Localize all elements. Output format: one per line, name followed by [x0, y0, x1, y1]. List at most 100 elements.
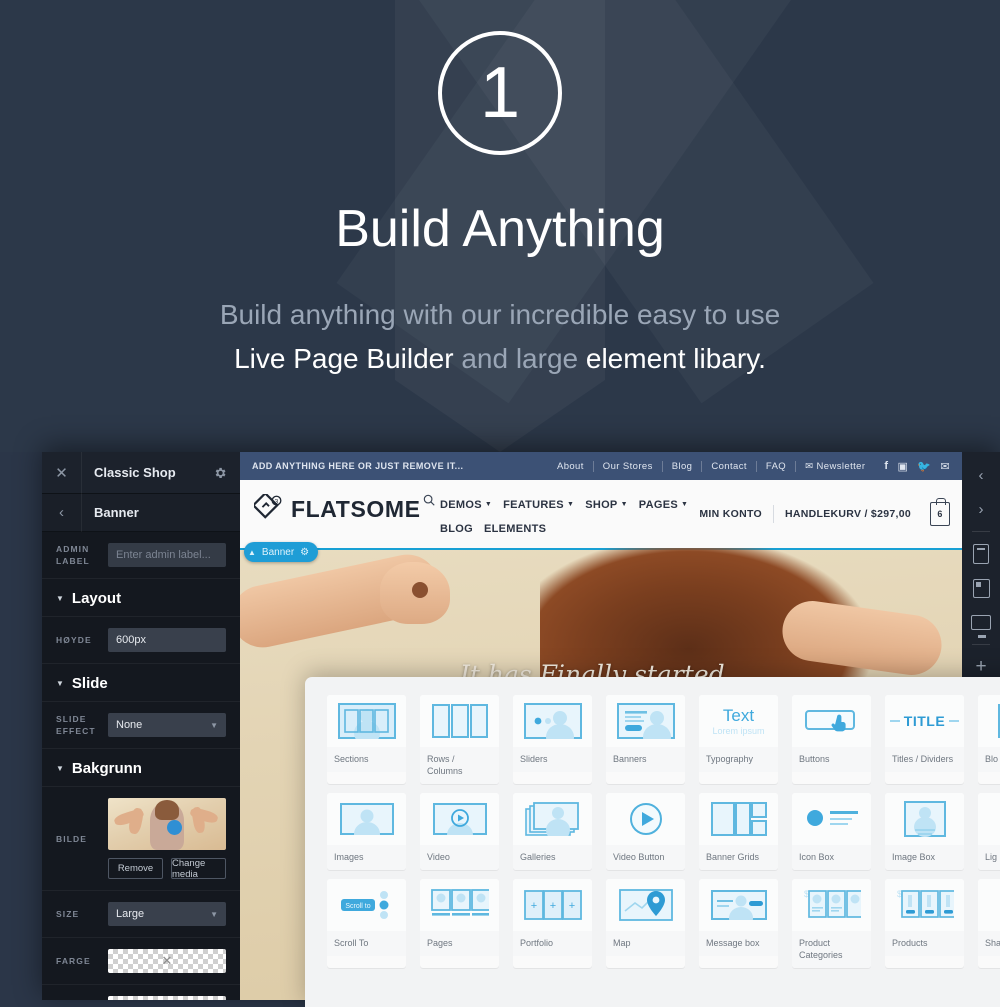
- library-item-label: Lig: [978, 845, 1000, 870]
- site-logo-text: FLATSOME: [291, 496, 421, 523]
- chevron-down-icon: ▼: [210, 910, 218, 919]
- close-icon[interactable]: ✕: [42, 452, 82, 494]
- library-item-label: Map: [606, 931, 685, 956]
- twitter-icon[interactable]: 🐦: [917, 460, 931, 473]
- section-layout[interactable]: ▼ Layout: [42, 579, 240, 617]
- topbar-link-newsletter[interactable]: ✉ Newsletter: [796, 461, 874, 472]
- library-item-map[interactable]: Map: [606, 879, 685, 968]
- library-item-lightbox[interactable]: Lig: [978, 793, 1000, 870]
- library-item-typography[interactable]: Text Lorem ipsum Typography: [699, 695, 778, 784]
- library-item-titles-dividers[interactable]: TITLE Titles / Dividers: [885, 695, 964, 784]
- gear-icon[interactable]: ⚙: [300, 547, 309, 558]
- library-item-image-box[interactable]: Image Box: [885, 793, 964, 870]
- message-box-icon-svg: [711, 890, 767, 920]
- search-icon-svg: [422, 493, 436, 507]
- chevron-right-icon[interactable]: ›: [962, 492, 1000, 526]
- mobile-icon[interactable]: [962, 537, 1000, 571]
- newsletter-label: Newsletter: [817, 461, 866, 472]
- menu-item-pages[interactable]: PAGES▼: [639, 493, 688, 517]
- map-icon: [606, 879, 685, 931]
- site-nav-right: MIN KONTO HANDLEKURV / $297,00 6: [688, 502, 950, 526]
- admin-label-input[interactable]: Enter admin label...: [108, 543, 226, 567]
- image-icon: [327, 793, 406, 845]
- overlay-color-swatch[interactable]: [108, 996, 226, 1000]
- chevron-left-icon[interactable]: ‹: [42, 494, 82, 532]
- menu-item-shop[interactable]: SHOP▼: [585, 493, 628, 517]
- remove-media-button[interactable]: Remove: [108, 858, 163, 879]
- chevron-down-icon: ▼: [485, 493, 492, 517]
- topbar-link-faq[interactable]: FAQ: [757, 461, 796, 472]
- tablet-icon[interactable]: [962, 571, 1000, 605]
- tablet-glyph: [973, 579, 990, 598]
- menu-item-blog[interactable]: BLOG: [440, 517, 473, 541]
- video-button-icon: [606, 793, 685, 845]
- library-item-video-button[interactable]: Video Button: [606, 793, 685, 870]
- library-item-label: Image Box: [885, 845, 964, 870]
- products-icon-svg: $: [896, 888, 954, 922]
- image-icon-svg: [340, 803, 394, 835]
- instagram-icon[interactable]: ▣: [897, 460, 908, 473]
- farge-color-swatch[interactable]: [108, 949, 226, 973]
- banner-element-tag[interactable]: ▲ Banner ⚙: [244, 542, 318, 562]
- library-item-label: Sliders: [513, 747, 592, 772]
- library-item-video[interactable]: Video: [420, 793, 499, 870]
- menu-item-features[interactable]: FEATURES▼: [503, 493, 574, 517]
- library-item-label: Scroll To: [327, 931, 406, 956]
- site-logo[interactable]: 3 FLATSOME: [254, 494, 421, 524]
- change-media-button[interactable]: Change media: [171, 858, 226, 879]
- account-link[interactable]: MIN KONTO: [688, 508, 773, 520]
- library-item-buttons[interactable]: Buttons: [792, 695, 871, 784]
- topbar-link-our-stores[interactable]: Our Stores: [594, 461, 663, 472]
- library-item-galleries[interactable]: Galleries: [513, 793, 592, 870]
- library-item-share-icons[interactable]: Sha icon: [978, 879, 1000, 968]
- library-item-portfolio[interactable]: +++ Portfolio: [513, 879, 592, 968]
- library-item-images[interactable]: Images: [327, 793, 406, 870]
- library-item-message-box[interactable]: Message box: [699, 879, 778, 968]
- topbar-link-contact[interactable]: Contact: [702, 461, 757, 472]
- library-item-scroll-to[interactable]: Scroll to Scroll To: [327, 879, 406, 968]
- library-item-sliders[interactable]: Sliders: [513, 695, 592, 784]
- library-item-label: Pages: [420, 931, 499, 956]
- hoyde-caption: HØYDE: [56, 634, 108, 646]
- library-item-label: Buttons: [792, 747, 871, 772]
- hoyde-input[interactable]: 600px: [108, 628, 226, 652]
- products-icon: $: [885, 879, 964, 931]
- topbar-link-blog[interactable]: Blog: [663, 461, 703, 472]
- gear-icon[interactable]: [200, 466, 240, 480]
- facebook-icon[interactable]: f: [884, 460, 888, 473]
- menu-item-demos[interactable]: DEMOS▼: [440, 493, 492, 517]
- size-select[interactable]: Large ▼: [108, 902, 226, 926]
- gear-icon-svg: [213, 466, 227, 480]
- typography-sample-text: Text: [723, 707, 754, 725]
- section-slide[interactable]: ▼ Slide: [42, 664, 240, 702]
- search-icon[interactable]: [422, 493, 436, 512]
- title-sample-text: TITLE: [904, 713, 945, 729]
- desktop-icon[interactable]: [962, 605, 1000, 639]
- topbar-link-about[interactable]: About: [548, 461, 594, 472]
- element-library-panel: Sections Rows / Columns Sliders: [305, 677, 1000, 1007]
- slide-effect-select[interactable]: None ▼: [108, 713, 226, 737]
- library-item-banner-grids[interactable]: Banner Grids: [699, 793, 778, 870]
- library-item-sections[interactable]: Sections: [327, 695, 406, 784]
- cart-icon[interactable]: 6: [930, 502, 950, 526]
- video-icon-svg: [433, 803, 487, 835]
- email-icon[interactable]: ✉: [940, 460, 950, 473]
- library-item-banners[interactable]: Banners: [606, 695, 685, 784]
- background-image-thumbnail[interactable]: [108, 798, 226, 850]
- topbar-social-icons: f ▣ 🐦 ✉: [884, 460, 950, 473]
- library-item-blog[interactable]: Blo: [978, 695, 1000, 784]
- library-item-icon-box[interactable]: Icon Box: [792, 793, 871, 870]
- library-item-products[interactable]: $ Products: [885, 879, 964, 968]
- map-icon-svg: [619, 889, 673, 921]
- cart-link[interactable]: HANDLEKURV / $297,00: [774, 508, 922, 520]
- library-item-pages[interactable]: Pages: [420, 879, 499, 968]
- menu-item-elements[interactable]: ELEMENTS: [484, 517, 546, 541]
- chevron-down-icon: ▼: [210, 721, 218, 730]
- library-item-rows-columns[interactable]: Rows / Columns: [420, 695, 499, 784]
- chevron-left-icon[interactable]: ‹: [962, 458, 1000, 492]
- menu-label: FEATURES: [503, 493, 564, 517]
- panel-breadcrumb[interactable]: ‹ Banner: [42, 494, 240, 532]
- library-item-label: Product Categories: [792, 931, 871, 968]
- section-bakgrunn[interactable]: ▼ Bakgrunn: [42, 749, 240, 787]
- library-item-product-categories[interactable]: $ Product Categories: [792, 879, 871, 968]
